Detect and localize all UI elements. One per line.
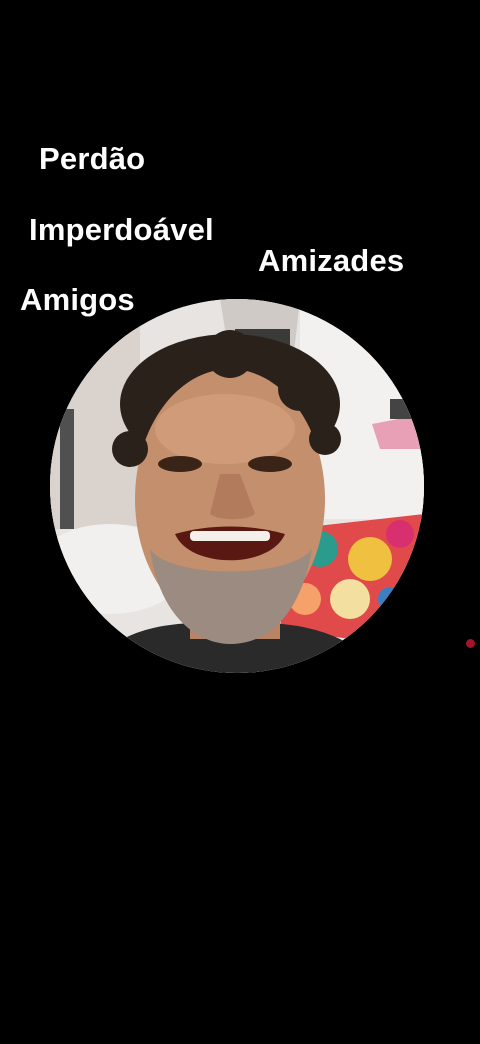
person-selfie-video bbox=[50, 299, 424, 673]
word-perdao: Perdão bbox=[39, 141, 146, 176]
recording-dot-icon bbox=[466, 639, 475, 648]
circular-video-message[interactable] bbox=[50, 299, 424, 673]
word-amizades: Amizades bbox=[258, 243, 405, 278]
word-amigos: Amigos bbox=[20, 282, 135, 317]
word-imperdoavel: Imperdoável bbox=[29, 212, 214, 247]
